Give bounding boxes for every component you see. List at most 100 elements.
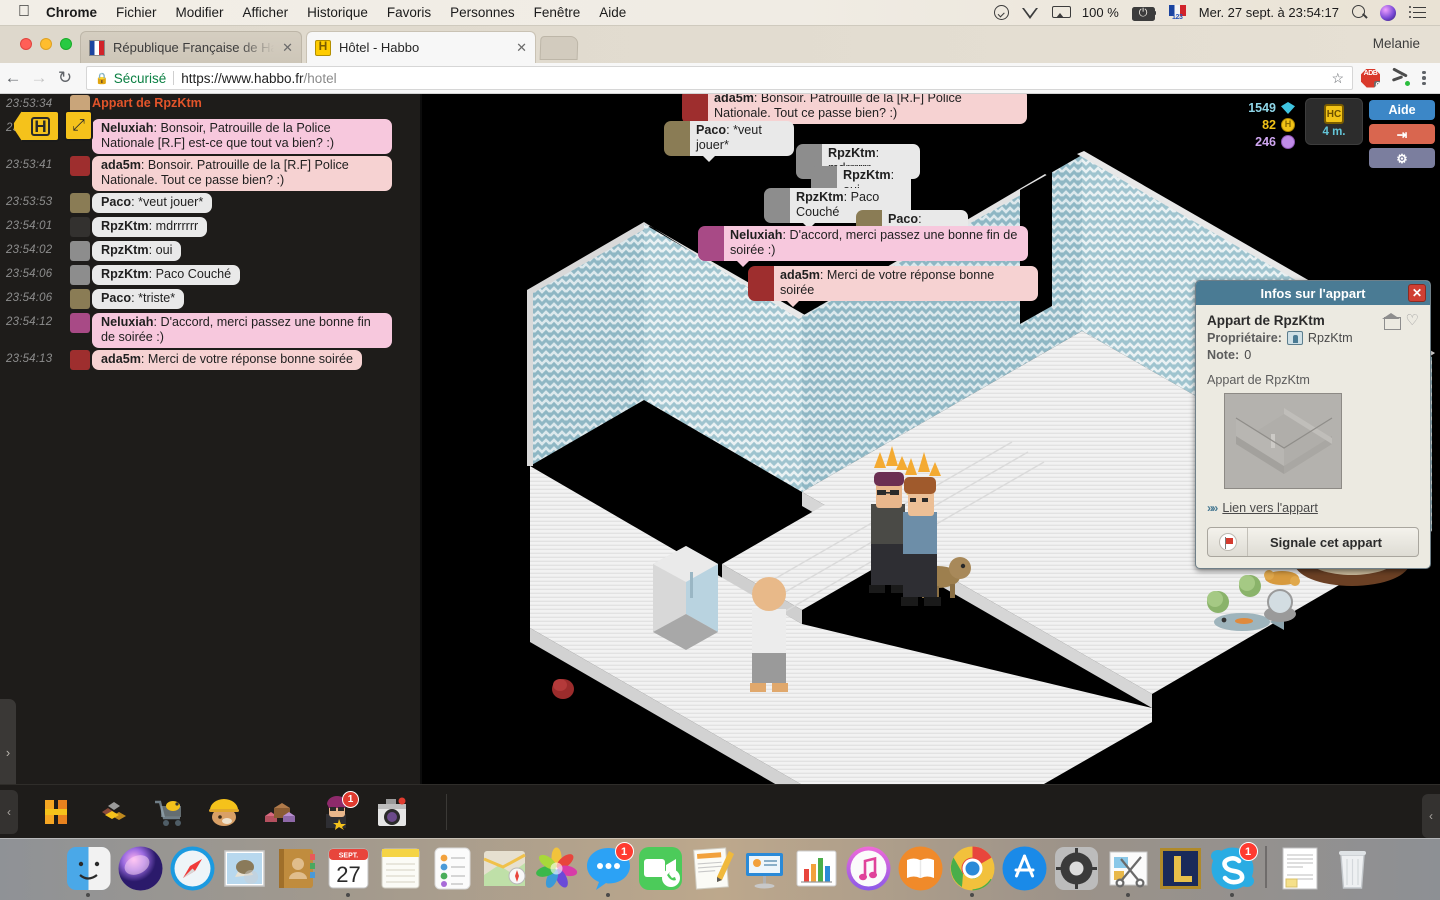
siri-icon[interactable] bbox=[1380, 4, 1396, 21]
chat-log-avatar[interactable] bbox=[68, 350, 92, 372]
tab-republique-francaise[interactable]: République Française de Habb ✕ bbox=[80, 31, 302, 63]
chat-log-avatar[interactable] bbox=[68, 265, 92, 287]
notification-center-icon[interactable] bbox=[1409, 6, 1426, 19]
dock-item-mail[interactable] bbox=[219, 840, 269, 898]
dock-item-maps[interactable] bbox=[479, 840, 529, 898]
menu-item-modifier[interactable]: Modifier bbox=[176, 5, 224, 20]
tab-close-icon[interactable]: ✕ bbox=[282, 40, 293, 56]
settings-button[interactable]: ⚙ bbox=[1369, 148, 1435, 168]
chat-log-row[interactable]: 23:54:12 Neluxiah: D'accord, merci passez… bbox=[0, 312, 420, 349]
menu-item-chrome[interactable]: Chrome bbox=[46, 5, 97, 20]
chrome-menu-icon[interactable] bbox=[1422, 69, 1426, 88]
catalog-cart-icon[interactable] bbox=[150, 794, 186, 830]
dock-item-safari[interactable] bbox=[167, 840, 217, 898]
chat-log-row[interactable]: 23:53:34 Appart de RpzKtm bbox=[0, 94, 420, 118]
avatar-profile-icon[interactable]: 1 bbox=[318, 790, 359, 830]
menu-item-favoris[interactable]: Favoris bbox=[387, 5, 431, 20]
menu-item-afficher[interactable]: Afficher bbox=[243, 5, 289, 20]
wifi-icon[interactable] bbox=[1021, 7, 1039, 19]
duckets-counter[interactable]: 246 bbox=[1242, 135, 1295, 149]
dock-item-reminders[interactable] bbox=[427, 840, 477, 898]
diamonds-counter[interactable]: 1549 bbox=[1242, 101, 1295, 115]
maximize-window-button[interactable] bbox=[60, 38, 72, 50]
chat-log-panel[interactable]: 23:53:34 Appart de RpzKtm 23:53:37Neluxiah… bbox=[0, 94, 420, 784]
dock-item-photos[interactable] bbox=[531, 840, 581, 898]
room-link[interactable]: »» Lien vers l'appart bbox=[1207, 501, 1419, 515]
room-link-label[interactable]: Lien vers l'appart bbox=[1222, 501, 1318, 515]
chat-log-avatar[interactable] bbox=[68, 241, 92, 263]
window-traffic-lights[interactable] bbox=[20, 38, 72, 50]
dock-item-league-of-legends[interactable] bbox=[1155, 840, 1205, 898]
toolbar-collapse-button[interactable]: ‹ bbox=[0, 789, 18, 834]
menu-item-personnes[interactable]: Personnes bbox=[450, 5, 515, 20]
dock-item-app-store[interactable] bbox=[999, 840, 1049, 898]
new-tab-button[interactable] bbox=[539, 36, 579, 60]
dock-item-grab[interactable] bbox=[1103, 840, 1153, 898]
dock-item-messages[interactable]: 1 bbox=[583, 840, 634, 898]
room-info-panel[interactable]: Infos sur l'appart ✕ Appart de RpzKtm ♡ … bbox=[1195, 280, 1431, 569]
chat-log-avatar[interactable] bbox=[68, 193, 92, 215]
ghostery-extension-icon[interactable] bbox=[1391, 67, 1411, 87]
chat-log-row[interactable]: 23:53:37Neluxiah: Bonsoir, Patrouille de… bbox=[0, 118, 420, 155]
dock-item-trash[interactable] bbox=[1327, 840, 1377, 898]
airplay-icon[interactable] bbox=[1051, 6, 1071, 19]
back-button[interactable]: ← bbox=[0, 68, 26, 88]
inventory-icon[interactable] bbox=[94, 794, 130, 830]
exit-room-button[interactable]: ⇥ bbox=[1369, 124, 1435, 144]
close-icon[interactable]: ✕ bbox=[1408, 284, 1426, 302]
close-window-button[interactable] bbox=[20, 38, 32, 50]
chat-log-avatar[interactable] bbox=[68, 156, 92, 178]
menu-item-historique[interactable]: Historique bbox=[307, 5, 368, 20]
dock-item-siri[interactable] bbox=[115, 840, 165, 898]
dock-item-system-preferences[interactable] bbox=[1051, 840, 1101, 898]
bookmark-star-icon[interactable]: ☆ bbox=[1331, 70, 1344, 87]
tab-close-icon[interactable]: ✕ bbox=[516, 40, 527, 56]
apple-menu-icon[interactable]:  bbox=[18, 3, 30, 20]
address-bar[interactable]: 🔒 Sécurisé https://www.habbo.fr/hotel ☆ bbox=[86, 66, 1353, 90]
chrome-profile-name[interactable]: Melanie bbox=[1373, 36, 1420, 51]
fullscreen-toggle-button[interactable]: ⤢ bbox=[64, 110, 93, 141]
chat-log-avatar[interactable] bbox=[68, 289, 92, 311]
chat-log-row[interactable]: 23:53:53 Paco: *veut jouer* bbox=[0, 192, 420, 216]
report-room-button[interactable]: Signale cet appart bbox=[1207, 527, 1419, 557]
menubar-datetime[interactable]: Mer. 27 sept. à 23:54:17 bbox=[1199, 5, 1339, 20]
dock-item-calendar[interactable]: SEPT. 27 bbox=[323, 840, 373, 898]
credits-counter[interactable]: 82 H bbox=[1242, 118, 1295, 132]
dock-item-skype[interactable]: 1 bbox=[1207, 840, 1258, 898]
hc-membership-box[interactable]: HC 4 m. bbox=[1305, 98, 1363, 145]
heart-icon[interactable]: ♡ bbox=[1406, 313, 1419, 328]
dock-item-keynote[interactable] bbox=[739, 840, 789, 898]
right-panel-collapse-button[interactable]: ‹ bbox=[1422, 794, 1440, 838]
help-button[interactable]: Aide bbox=[1369, 100, 1435, 120]
builders-club-icon[interactable] bbox=[206, 794, 242, 830]
battery-icon[interactable]: ⏻ bbox=[1131, 6, 1156, 21]
chat-log-row[interactable]: 23:54:06 RpzKtm: Paco Couché bbox=[0, 264, 420, 288]
dock-item-numbers[interactable] bbox=[791, 840, 841, 898]
chat-log-row[interactable]: 23:54:06 Paco: *triste* bbox=[0, 288, 420, 312]
minimize-window-button[interactable] bbox=[40, 38, 52, 50]
menu-item-aide[interactable]: Aide bbox=[599, 5, 626, 20]
house-icon[interactable] bbox=[1382, 313, 1401, 330]
chat-log-row[interactable]: 23:54:02 RpzKtm: oui bbox=[0, 240, 420, 264]
menu-item-fenetre[interactable]: Fenêtre bbox=[534, 5, 581, 20]
dock-item-contacts[interactable] bbox=[271, 840, 321, 898]
chat-log-avatar[interactable] bbox=[68, 217, 92, 239]
camera-icon[interactable] bbox=[374, 794, 410, 830]
dock-item-document[interactable] bbox=[1275, 840, 1325, 898]
chat-log-row[interactable]: 23:54:01 RpzKtm: mdrrrrrr bbox=[0, 216, 420, 240]
tab-hotel-habbo[interactable]: Hôtel - Habbo ✕ bbox=[306, 31, 536, 63]
dock-item-chrome[interactable] bbox=[947, 840, 997, 898]
chat-log-row[interactable]: 23:53:41 ada5m: Bonsoir. Patrouille de la… bbox=[0, 155, 420, 192]
chat-log-avatar[interactable] bbox=[68, 313, 92, 335]
menu-item-fichier[interactable]: Fichier bbox=[116, 5, 157, 20]
spotlight-icon[interactable] bbox=[1352, 5, 1367, 20]
habbo-home-icon[interactable] bbox=[38, 794, 74, 830]
forward-button[interactable]: → bbox=[26, 68, 52, 88]
dock-item-itunes[interactable] bbox=[843, 840, 893, 898]
owner-name[interactable]: RpzKtm bbox=[1308, 331, 1353, 345]
dock-item-ibooks[interactable] bbox=[895, 840, 945, 898]
dock-item-pages[interactable] bbox=[687, 840, 737, 898]
dock-item-facetime[interactable] bbox=[635, 840, 685, 898]
timemachine-icon[interactable] bbox=[993, 5, 1009, 20]
adblock-extension-icon[interactable]: ADB 6 bbox=[1361, 68, 1380, 88]
